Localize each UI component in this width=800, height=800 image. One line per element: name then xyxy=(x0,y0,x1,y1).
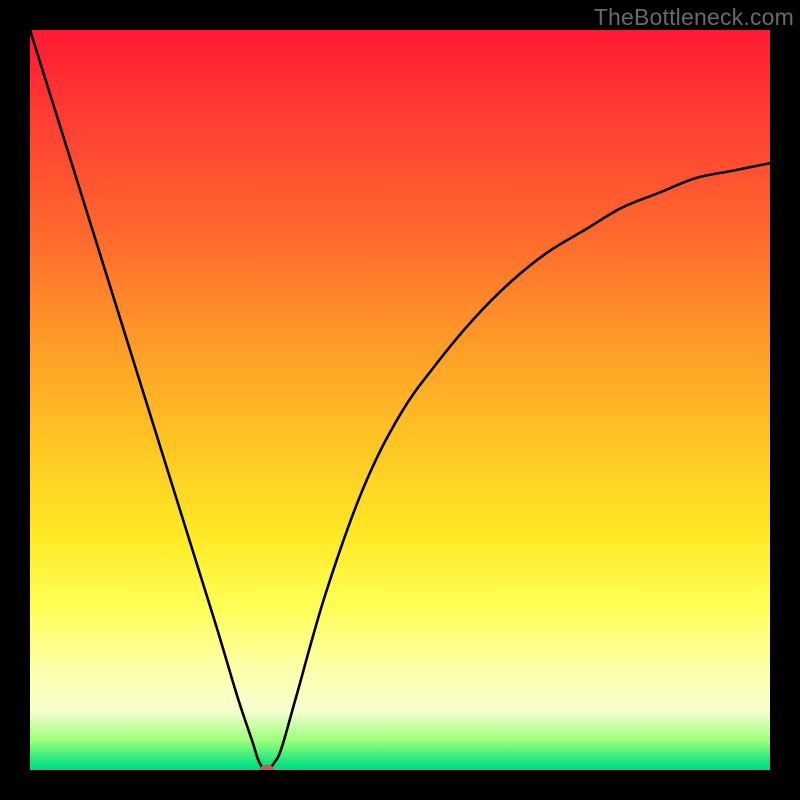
plot-area xyxy=(30,30,770,770)
minimum-marker-icon xyxy=(260,765,274,771)
bottleneck-curve xyxy=(30,30,770,770)
watermark-text: TheBottleneck.com xyxy=(594,4,794,31)
chart-container: TheBottleneck.com xyxy=(0,0,800,800)
